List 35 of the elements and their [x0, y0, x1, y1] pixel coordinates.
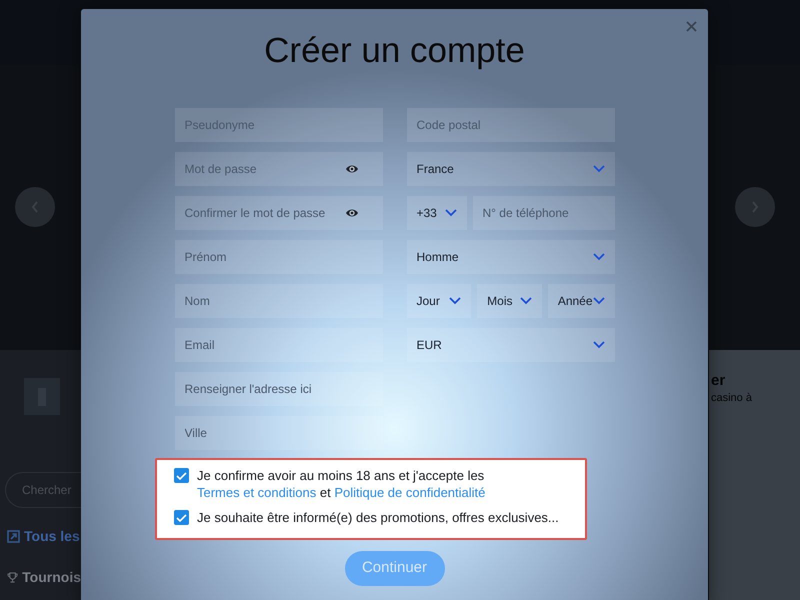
square-arrow-icon — [7, 530, 20, 543]
eye-icon — [344, 163, 358, 175]
carousel-prev-button[interactable] — [15, 187, 55, 227]
chevron-down-icon — [444, 209, 456, 217]
chevron-right-icon — [751, 201, 759, 213]
dropdown[interactable]: France — [406, 152, 614, 186]
carousel-next-button[interactable] — [735, 187, 775, 227]
dropdown[interactable]: EUR — [406, 328, 614, 362]
terms-link[interactable]: Politique de confidentialité — [334, 485, 486, 500]
checkbox[interactable] — [174, 468, 189, 483]
dropdown[interactable]: Homme — [406, 240, 614, 274]
chevron-down-icon — [592, 297, 605, 305]
sidebar-item[interactable]: Tournois — [22, 567, 81, 588]
chevron-down-icon — [592, 341, 604, 349]
terms-link[interactable]: Termes et conditions — [197, 485, 316, 500]
dropdown[interactable]: Jour — [406, 284, 472, 318]
eye-icon — [344, 207, 358, 219]
dropdown[interactable]: Année — [548, 284, 615, 318]
checkmark-icon — [176, 470, 187, 480]
chevron-down-icon — [449, 297, 462, 305]
consent-text: Je souhaite être informé(e) des promotions, offres exclusives... — [197, 509, 559, 526]
chevron-down-icon — [592, 253, 604, 261]
chevron-down-icon — [592, 165, 604, 173]
tile-icon — [24, 378, 60, 415]
promo-text: casino à — [710, 391, 753, 406]
checkbox[interactable] — [174, 510, 189, 525]
dropdown[interactable]: Mois — [477, 284, 542, 318]
modal-title: Créer un compte — [263, 31, 526, 71]
close-icon — [686, 20, 696, 32]
promo-title: er — [710, 372, 726, 390]
trophy-icon — [7, 570, 18, 585]
dropdown[interactable]: +33 — [406, 196, 466, 230]
consent-text: Je confirme avoir au moins 18 ans et j'accepte les Termes et conditions et Politique de confidentialité — [197, 467, 486, 501]
chevron-down-icon — [520, 297, 532, 305]
checkmark-icon — [176, 512, 187, 522]
